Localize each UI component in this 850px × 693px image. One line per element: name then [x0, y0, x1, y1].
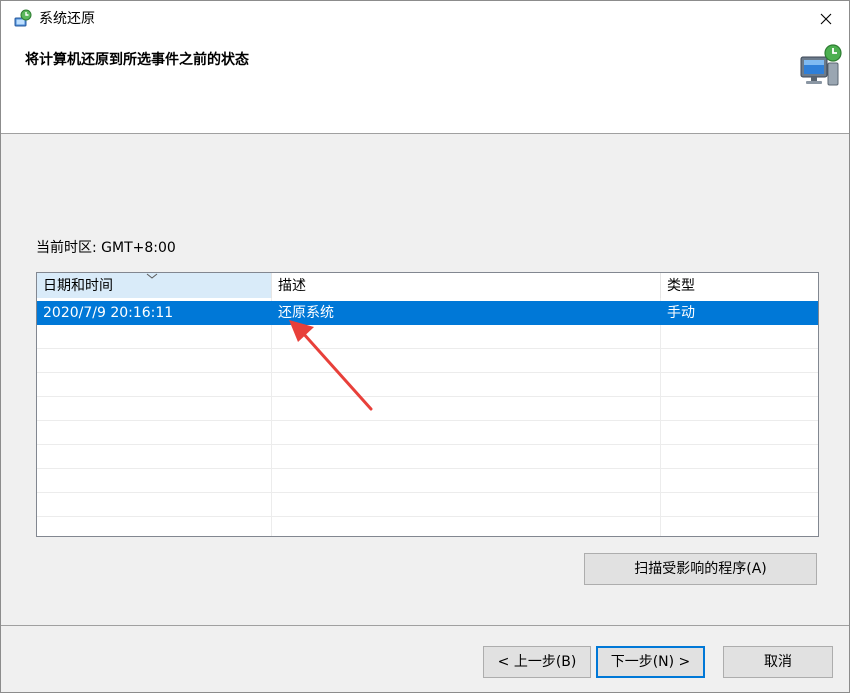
table-row[interactable]: 2020/7/9 20:16:11 还原系统 手动 [37, 301, 818, 325]
cell-type: 手动 [667, 305, 695, 321]
system-restore-window: 系统还原 将计算机还原到所选事件之前的状态 当前时区: GMT+8:00 日期和… [0, 0, 850, 693]
empty-row [37, 445, 818, 469]
restore-point-list[interactable]: 日期和时间 描述 类型 2020/7/9 20:16:11 还原系统 手动 [36, 272, 819, 537]
column-header-date-label: 日期和时间 [43, 278, 113, 294]
column-header-description[interactable]: 描述 [272, 273, 661, 298]
next-button[interactable]: 下一步(N) > [596, 646, 705, 678]
back-button[interactable]: < 上一步(B) [483, 646, 591, 678]
cell-date: 2020/7/9 20:16:11 [43, 305, 174, 321]
chevron-down-icon [146, 273, 158, 279]
close-icon [820, 13, 832, 25]
empty-row [37, 373, 818, 397]
column-header-description-label: 描述 [278, 278, 306, 294]
title-bar: 系统还原 [1, 1, 849, 37]
window-title: 系统还原 [39, 11, 95, 27]
empty-row [37, 493, 818, 517]
footer-divider [1, 625, 849, 626]
scan-affected-programs-button[interactable]: 扫描受影响的程序(A) [584, 553, 817, 585]
empty-row [37, 325, 818, 349]
empty-row [37, 469, 818, 493]
empty-row [37, 397, 818, 421]
timezone-label: 当前时区: GMT+8:00 [36, 240, 176, 256]
page-title: 将计算机还原到所选事件之前的状态 [25, 52, 249, 68]
empty-row [37, 349, 818, 373]
system-restore-computer-icon [800, 44, 842, 86]
column-header-type-label: 类型 [667, 278, 695, 294]
close-button[interactable] [803, 1, 849, 37]
column-header-type[interactable]: 类型 [661, 273, 818, 298]
system-restore-icon [14, 9, 32, 27]
cancel-button[interactable]: 取消 [723, 646, 833, 678]
empty-row [37, 421, 818, 445]
header-panel: 将计算机还原到所选事件之前的状态 [1, 37, 849, 134]
column-header-date[interactable]: 日期和时间 [37, 273, 272, 298]
cell-description: 还原系统 [278, 305, 334, 321]
